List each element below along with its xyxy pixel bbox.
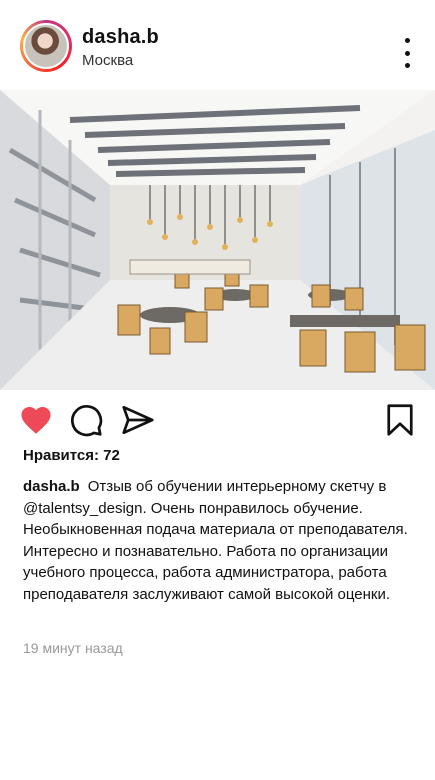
heart-icon[interactable] (18, 402, 54, 438)
post-image[interactable] (0, 90, 435, 390)
comment-icon[interactable] (68, 402, 104, 438)
caption-text: Отзыв об обучении интерьерному скетчу в … (23, 478, 408, 603)
post-caption: dasha.b Отзыв об обучении интерьерному ск… (23, 476, 418, 605)
likes-count[interactable]: Нравится: 72 (23, 447, 120, 464)
more-vertical-icon[interactable] (397, 38, 417, 68)
post-location[interactable]: Москва (82, 52, 133, 69)
bookmark-icon[interactable] (382, 402, 418, 438)
post-timestamp: 19 минут назад (23, 640, 123, 656)
send-icon[interactable] (120, 402, 156, 438)
caption-username[interactable]: dasha.b (23, 478, 80, 495)
avatar[interactable] (20, 20, 72, 72)
post-username[interactable]: dasha.b (82, 26, 159, 49)
post-header: dasha.b Москва (0, 0, 435, 90)
avatar-photo (23, 23, 69, 69)
post-actions (0, 398, 435, 442)
